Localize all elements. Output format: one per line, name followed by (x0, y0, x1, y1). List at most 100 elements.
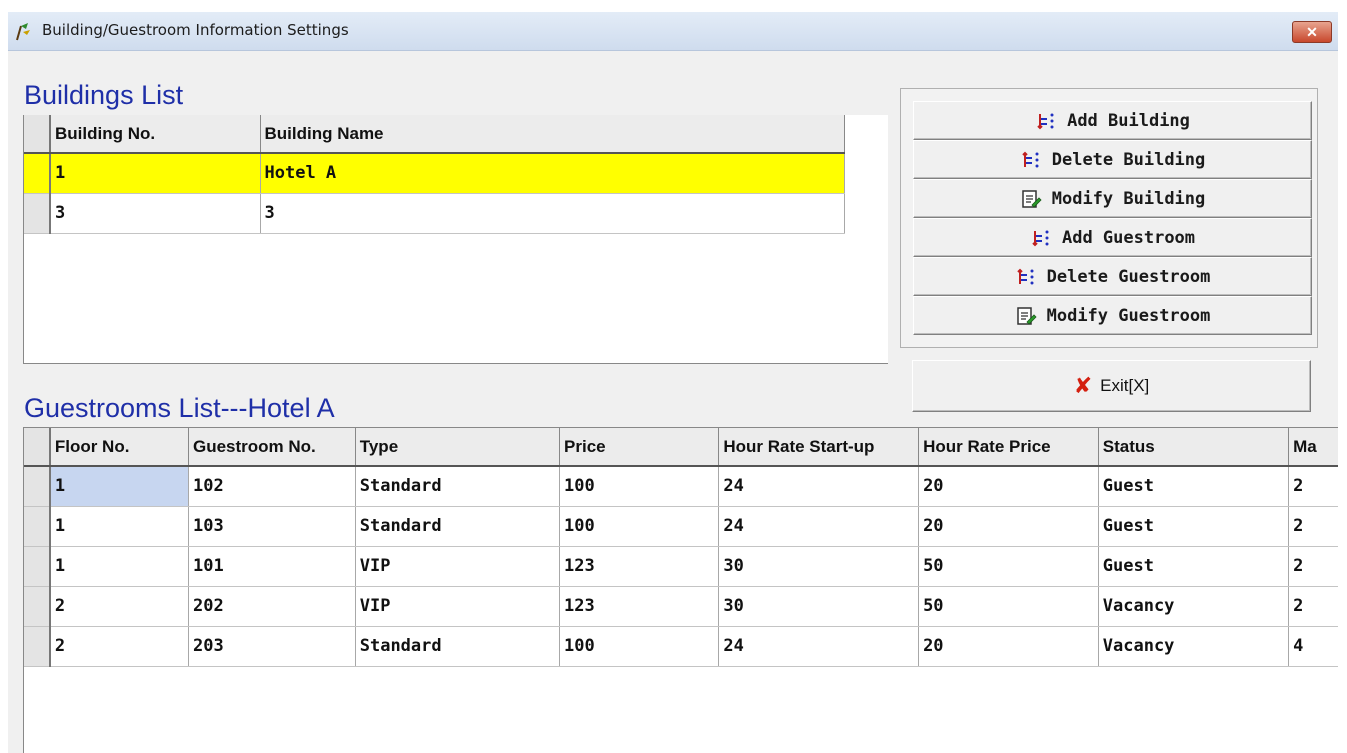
row-selector[interactable] (24, 466, 51, 507)
add-row-icon (1032, 230, 1049, 246)
building-row[interactable]: 1 Hotel A (24, 153, 845, 194)
modify-building-button[interactable]: Modify Building (913, 179, 1312, 218)
guestroom-no-cell[interactable]: 101 (188, 546, 356, 587)
delete-guestroom-label: Delete Guestroom (1046, 266, 1211, 287)
price-cell[interactable]: 123 (559, 546, 720, 587)
add-building-label: Add Building (1067, 110, 1190, 131)
hour-rate-price-cell[interactable]: 20 (918, 626, 1099, 667)
hour-rate-price-cell[interactable]: 20 (918, 506, 1099, 547)
row-header-corner (24, 115, 51, 154)
add-row-icon (1037, 113, 1054, 129)
building-no-cell[interactable]: 1 (50, 153, 261, 194)
modify-guestroom-button[interactable]: Modify Guestroom (913, 296, 1312, 335)
exit-button[interactable]: ✘ Exit[X] (912, 360, 1311, 412)
edit-document-icon (1016, 306, 1037, 325)
guestrooms-table: Floor No. Guestroom No. Type Price Hour … (24, 428, 1338, 667)
edit-document-icon (1021, 189, 1042, 208)
close-button[interactable]: ✕ (1292, 21, 1332, 43)
building-row[interactable]: 33 (24, 193, 845, 234)
column-header-price[interactable]: Price (559, 428, 720, 467)
guestroom-row[interactable]: 1 103 Standard 100 24 20 Guest 2 (24, 506, 1338, 547)
buildings-body: 1 Hotel A33 (24, 153, 845, 234)
status-cell[interactable]: Guest (1098, 466, 1290, 507)
row-selector[interactable] (24, 153, 51, 194)
add-guestroom-button[interactable]: Add Guestroom (913, 218, 1312, 257)
delete-guestroom-button[interactable]: Delete Guestroom (913, 257, 1312, 296)
row-selector[interactable] (24, 546, 51, 587)
type-cell[interactable]: VIP (355, 546, 561, 587)
column-header-type[interactable]: Type (355, 428, 561, 467)
buildings-grid: Building No. Building Name 1 Hotel A33 (23, 115, 888, 364)
settings-window: Building/Guestroom Information Settings … (8, 12, 1338, 753)
buildings-header-row: Building No. Building Name (24, 115, 845, 154)
price-cell[interactable]: 100 (559, 626, 720, 667)
floor-no-cell[interactable]: 1 (49, 546, 189, 587)
hour-rate-start-up-cell[interactable]: 30 (718, 546, 920, 587)
floor-no-cell[interactable]: 2 (49, 586, 189, 627)
delete-building-button[interactable]: Delete Building (913, 140, 1312, 179)
type-cell[interactable]: Standard (355, 466, 561, 507)
column-header-hour-rate-start-up[interactable]: Hour Rate Start-up (718, 428, 920, 467)
column-header-floor-no[interactable]: Floor No. (49, 428, 189, 467)
floor-no-cell[interactable]: 2 (49, 626, 189, 667)
guestroom-row[interactable]: 1 101 VIP 123 30 50 Guest 2 (24, 546, 1338, 587)
hour-rate-start-up-cell[interactable]: 30 (718, 586, 920, 627)
column-header-status[interactable]: Status (1098, 428, 1290, 467)
hour-rate-price-cell[interactable]: 50 (918, 586, 1099, 627)
status-cell[interactable]: Vacancy (1098, 586, 1290, 627)
status-cell[interactable]: Vacancy (1098, 626, 1290, 667)
row-selector[interactable] (24, 586, 51, 627)
row-selector[interactable] (24, 193, 51, 234)
guestroom-row[interactable]: 1 102 Standard 100 24 20 Guest 2 (24, 466, 1338, 507)
ma-cell[interactable]: 2 (1288, 546, 1338, 587)
hour-rate-start-up-cell[interactable]: 24 (718, 466, 920, 507)
ma-cell[interactable]: 4 (1288, 626, 1338, 667)
guestroom-no-cell[interactable]: 103 (188, 506, 356, 547)
hour-rate-price-cell[interactable]: 20 (918, 466, 1099, 507)
guestrooms-grid: Floor No. Guestroom No. Type Price Hour … (23, 427, 1338, 753)
action-button-panel: Add Building Delete Building Modify Buil… (900, 88, 1318, 348)
building-no-cell[interactable]: 3 (50, 193, 261, 234)
guestroom-no-cell[interactable]: 203 (188, 626, 356, 667)
guestrooms-list-title: Guestrooms List---Hotel A (24, 393, 335, 423)
ma-cell[interactable]: 2 (1288, 466, 1338, 507)
guestroom-row[interactable]: 2 203 Standard 100 24 20 Vacancy 4 (24, 626, 1338, 667)
add-building-button[interactable]: Add Building (913, 101, 1312, 140)
row-selector[interactable] (24, 626, 51, 667)
type-cell[interactable]: Standard (355, 506, 561, 547)
row-selector[interactable] (24, 506, 51, 547)
delete-row-icon (1022, 151, 1039, 167)
hour-rate-price-cell[interactable]: 50 (918, 546, 1099, 587)
guestroom-row[interactable]: 2 202 VIP 123 30 50 Vacancy 2 (24, 586, 1338, 627)
column-header-guestroom-no[interactable]: Guestroom No. (188, 428, 356, 467)
floor-no-cell[interactable]: 1 (49, 506, 189, 547)
guestroom-no-cell[interactable]: 102 (188, 466, 356, 507)
price-cell[interactable]: 123 (559, 586, 720, 627)
guestrooms-body: 1 102 Standard 100 24 20 Guest 2 1 103 Standard 100… (24, 466, 1338, 667)
status-cell[interactable]: Guest (1098, 506, 1290, 547)
add-guestroom-label: Add Guestroom (1061, 227, 1196, 248)
ma-cell[interactable]: 2 (1288, 586, 1338, 627)
type-cell[interactable]: Standard (355, 626, 561, 667)
delete-row-icon (1016, 268, 1034, 284)
building-name-cell[interactable]: 3 (260, 193, 845, 234)
hour-rate-start-up-cell[interactable]: 24 (718, 506, 920, 547)
guestrooms-header-row: Floor No. Guestroom No. Type Price Hour … (24, 428, 1338, 467)
delete-building-label: Delete Building (1051, 149, 1206, 170)
column-header-ma[interactable]: Ma (1288, 428, 1338, 467)
buildings-list-title: Buildings List (24, 80, 184, 110)
status-cell[interactable]: Guest (1098, 546, 1290, 587)
row-header-corner (24, 428, 51, 467)
guestroom-no-cell[interactable]: 202 (188, 586, 356, 627)
type-cell[interactable]: VIP (355, 586, 561, 627)
column-header-building-name[interactable]: Building Name (260, 115, 845, 154)
building-name-cell[interactable]: Hotel A (260, 153, 845, 194)
ma-cell[interactable]: 2 (1288, 506, 1338, 547)
title-bar: Building/Guestroom Information Settings … (8, 12, 1338, 51)
hour-rate-start-up-cell[interactable]: 24 (718, 626, 920, 667)
column-header-hour-rate-price[interactable]: Hour Rate Price (918, 428, 1099, 467)
column-header-building-no[interactable]: Building No. (50, 115, 261, 154)
price-cell[interactable]: 100 (559, 466, 720, 507)
price-cell[interactable]: 100 (559, 506, 720, 547)
floor-no-cell[interactable]: 1 (49, 466, 189, 507)
